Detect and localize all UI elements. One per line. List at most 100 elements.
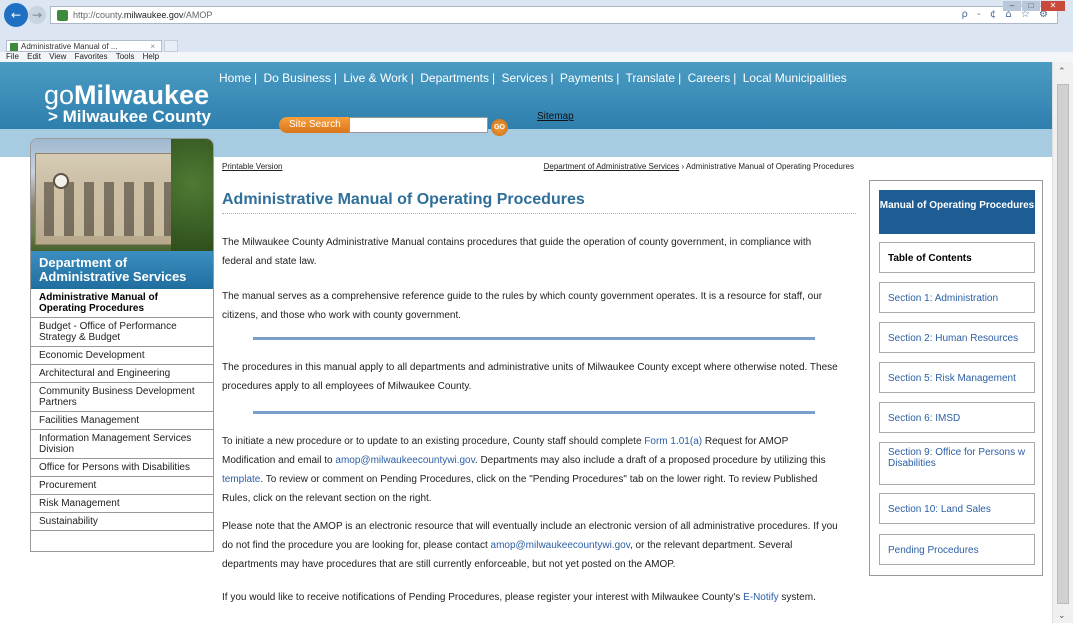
sidebar-item-persons-disabilities[interactable]: Office for Persons with Disabilities: [31, 459, 213, 477]
enotify-paragraph: If you would like to receive notificatio…: [222, 588, 842, 607]
address-bar[interactable]: http://county.milwaukee.gov/AMOP ρ - ¢ ⌂…: [50, 6, 1058, 24]
site-search-label: Site Search: [279, 117, 349, 133]
logo-prefix: go: [44, 80, 75, 110]
address-row: ← → http://county.milwaukee.gov/AMOP ρ -…: [0, 0, 1073, 36]
procedure-paragraph: To initiate a new procedure or to update…: [222, 432, 842, 508]
section-9-link[interactable]: Section 9: Office for Persons w Disabili…: [879, 442, 1035, 485]
p4-text-a: To initiate a new procedure or to update…: [222, 436, 645, 447]
logo-sub: > Milwaukee County: [48, 107, 211, 126]
nav-payments[interactable]: Payments: [560, 71, 613, 85]
close-window-icon[interactable]: ✕: [1041, 1, 1065, 11]
section-6-link[interactable]: Section 6: IMSD: [879, 402, 1035, 433]
sidebar-item-amop[interactable]: Administrative Manual of Operating Proce…: [31, 289, 213, 318]
intro-paragraph: The Milwaukee County Administrative Manu…: [222, 237, 812, 267]
window-controls: – □ ✕: [1003, 1, 1065, 11]
template-link[interactable]: template: [222, 474, 260, 485]
site-favicon-icon: [57, 10, 68, 21]
note-paragraph: Please note that the AMOP is an electron…: [222, 517, 842, 574]
courthouse-photo: [31, 139, 213, 251]
sidebar-item-procurement[interactable]: Procurement: [31, 477, 213, 495]
divider: [253, 337, 815, 340]
search-go-button[interactable]: GO: [491, 119, 508, 136]
page-title: Administrative Manual of Operating Proce…: [222, 191, 856, 214]
right-sidebar: Manual of Operating Procedures Table of …: [869, 180, 1043, 576]
breadcrumb-current: Administrative Manual of Operating Proce…: [685, 162, 854, 171]
sidebar-item-cbdp[interactable]: Community Business Development Partners: [31, 383, 213, 412]
gomilwaukee-logo[interactable]: goMilwaukee > Milwaukee County: [44, 80, 211, 126]
manual-header-button[interactable]: Manual of Operating Procedures: [879, 190, 1035, 234]
dept-title-line2: Administrative Services: [39, 269, 187, 284]
site-search-input[interactable]: [349, 117, 488, 133]
amop-email-link-2[interactable]: amop@milwaukeecountywi.gov: [491, 540, 630, 551]
menu-view[interactable]: View: [49, 52, 66, 61]
minimize-icon[interactable]: –: [1003, 1, 1021, 11]
new-tab-button[interactable]: [164, 40, 178, 52]
menu-file[interactable]: File: [6, 52, 19, 61]
browser-tab[interactable]: Administrative Manual of ... ×: [6, 40, 162, 52]
scroll-down-icon[interactable]: ⌄: [1058, 610, 1066, 621]
vertical-scrollbar[interactable]: ⌃ ⌄: [1052, 62, 1073, 623]
scroll-up-icon[interactable]: ⌃: [1058, 66, 1066, 77]
table-of-contents[interactable]: Table of Contents: [879, 242, 1035, 273]
sidebar-item-imsd[interactable]: Information Management Services Division: [31, 430, 213, 459]
sidebar-item-budget[interactable]: Budget - Office of Performance Strategy …: [31, 318, 213, 347]
tab-favicon-icon: [10, 43, 18, 51]
sidebar-item-sustainability[interactable]: Sustainability: [31, 513, 213, 531]
browser-chrome: ← → http://county.milwaukee.gov/AMOP ρ -…: [0, 0, 1073, 62]
department-title[interactable]: Department of Administrative Services: [31, 251, 213, 289]
tab-title: Administrative Manual of ...: [21, 42, 118, 51]
menu-edit[interactable]: Edit: [27, 52, 41, 61]
p6-text-b: system.: [778, 592, 816, 603]
breadcrumb-separator: ›: [681, 162, 685, 171]
p4-text-c: . Departments may also include a draft o…: [474, 455, 826, 466]
nav-local-municipalities[interactable]: Local Municipalities: [743, 71, 847, 85]
section-10-link[interactable]: Section 10: Land Sales: [879, 493, 1035, 524]
amop-email-link[interactable]: amop@milwaukeecountywi.gov: [335, 455, 474, 466]
left-sidebar: Department of Administrative Services Ad…: [30, 138, 214, 552]
divider: [253, 411, 815, 414]
sidebar-nav: Administrative Manual of Operating Proce…: [31, 289, 213, 531]
nav-careers[interactable]: Careers: [688, 71, 731, 85]
reference-paragraph: The manual serves as a comprehensive ref…: [222, 291, 823, 321]
sidebar-item-risk-management[interactable]: Risk Management: [31, 495, 213, 513]
section-1-link[interactable]: Section 1: Administration: [879, 282, 1035, 313]
breadcrumb: Department of Administrative Services › …: [544, 162, 854, 171]
sitemap-link[interactable]: Sitemap: [537, 111, 574, 122]
section-5-link[interactable]: Section 5: Risk Management: [879, 362, 1035, 393]
sidebar-item-architectural-engineering[interactable]: Architectural and Engineering: [31, 365, 213, 383]
dept-title-line1: Department of: [39, 255, 128, 270]
menu-tools[interactable]: Tools: [116, 52, 135, 61]
tab-close-icon[interactable]: ×: [150, 41, 155, 52]
logo-main: Milwaukee: [74, 80, 210, 110]
menu-help[interactable]: Help: [143, 52, 159, 61]
nav-departments[interactable]: Departments: [420, 71, 489, 85]
enotify-link[interactable]: E-Notify: [743, 592, 779, 603]
p4-text-d: . To review or comment on Pending Proced…: [222, 474, 818, 504]
scope-paragraph: The procedures in this manual apply to a…: [222, 362, 838, 392]
form-link[interactable]: Form 1.01(a): [644, 436, 702, 447]
scroll-thumb[interactable]: [1057, 84, 1069, 604]
menu-favorites[interactable]: Favorites: [75, 52, 108, 61]
clock-icon: [53, 173, 69, 189]
breadcrumb-dept-link[interactable]: Department of Administrative Services: [544, 162, 680, 171]
url-path: /AMOP: [183, 10, 213, 20]
nav-translate[interactable]: Translate: [626, 71, 676, 85]
menu-bar: File Edit View Favorites Tools Help: [0, 52, 1073, 62]
sidebar-item-economic-development[interactable]: Economic Development: [31, 347, 213, 365]
pending-procedures-link[interactable]: Pending Procedures: [879, 534, 1035, 565]
url-host: milwaukee.gov: [123, 10, 184, 20]
maximize-icon[interactable]: □: [1022, 1, 1040, 11]
p6-text-a: If you would like to receive notificatio…: [222, 592, 744, 603]
nav-services[interactable]: Services: [501, 71, 547, 85]
nav-do-business[interactable]: Do Business: [263, 71, 330, 85]
sidebar-item-facilities[interactable]: Facilities Management: [31, 412, 213, 430]
main-content: Printable Version Department of Administ…: [219, 157, 859, 623]
section-2-link[interactable]: Section 2: Human Resources: [879, 322, 1035, 353]
url-prefix: http://county.: [73, 10, 124, 20]
top-navigation: Home | Do Business | Live & Work | Departme…: [219, 71, 847, 85]
forward-arrow-icon[interactable]: →: [28, 6, 46, 24]
printable-version-link[interactable]: Printable Version: [222, 162, 282, 171]
nav-live-work[interactable]: Live & Work: [343, 71, 407, 85]
nav-home[interactable]: Home: [219, 71, 251, 85]
back-arrow-icon[interactable]: ←: [4, 3, 28, 27]
